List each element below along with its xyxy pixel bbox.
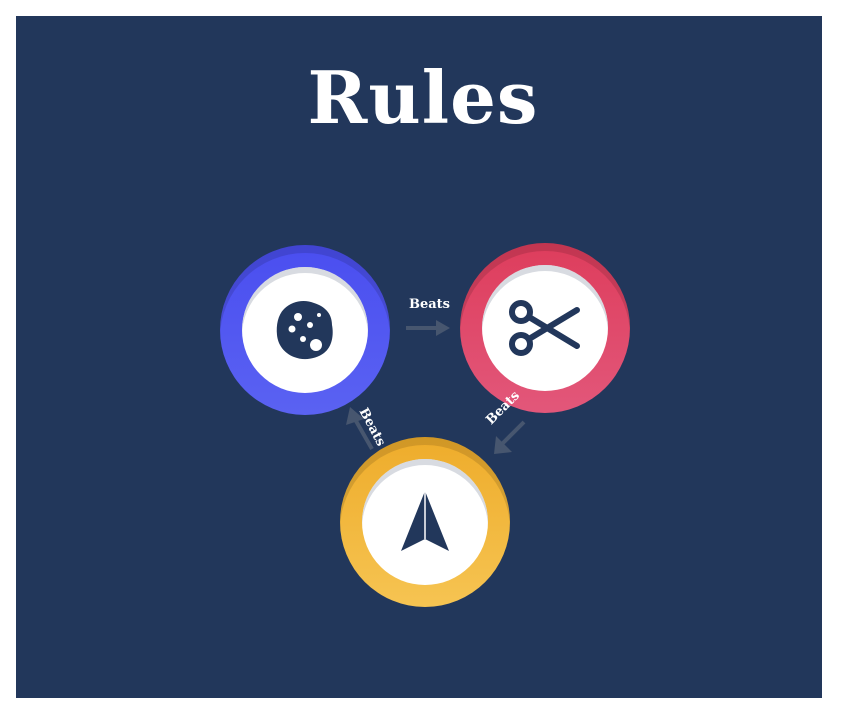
paper-token-face: [362, 459, 488, 585]
beats-label-rock-scissors: Beats: [409, 297, 451, 312]
paper-choice[interactable]: [340, 437, 510, 607]
paper-icon: [401, 491, 449, 551]
rock-choice[interactable]: [220, 245, 390, 415]
rules-title: Rules: [307, 55, 539, 140]
scissors-icon: [509, 300, 580, 356]
arrow-rock-to-scissors: [406, 320, 450, 336]
scissors-choice[interactable]: [460, 243, 630, 413]
scissors-token-face: [482, 265, 608, 391]
rock-token-face: [242, 267, 368, 393]
rock-icon: [276, 301, 333, 360]
